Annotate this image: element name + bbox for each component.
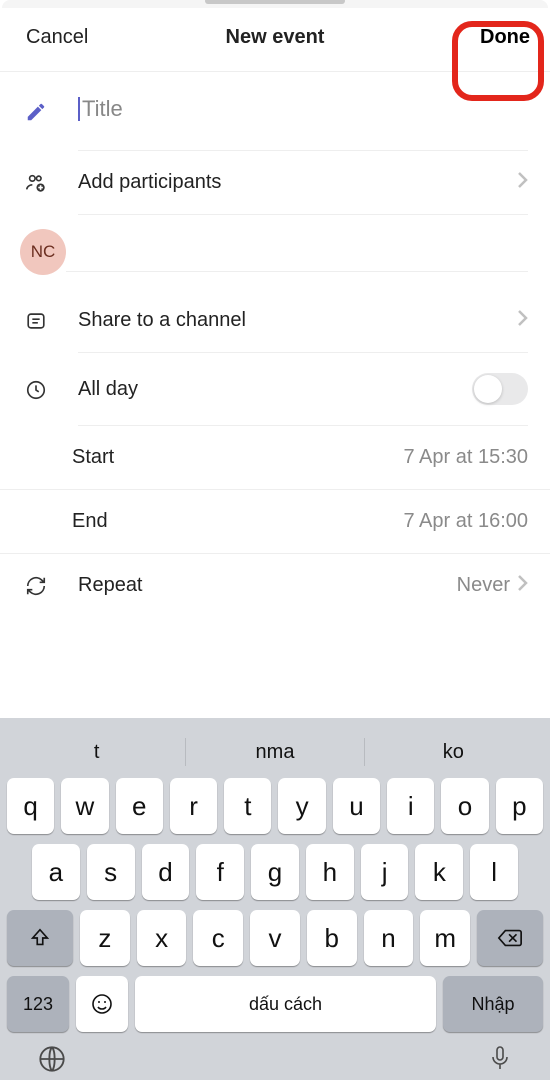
chevron-right-icon (516, 574, 528, 597)
keyboard: t nma ko q w e r t y u i o p a s d f g h… (0, 718, 550, 1080)
key-p[interactable]: p (496, 778, 543, 834)
key-row-3: z x c v b n m (0, 910, 550, 976)
suggestion-bar: t nma ko (0, 726, 550, 778)
add-participants-row[interactable]: Add participants (0, 151, 550, 215)
key-m[interactable]: m (420, 910, 470, 966)
key-e[interactable]: e (116, 778, 163, 834)
key-enter[interactable]: Nhập (443, 976, 543, 1032)
key-f[interactable]: f (196, 844, 244, 900)
people-add-icon (22, 172, 50, 194)
done-button[interactable]: Done (480, 26, 530, 49)
key-j[interactable]: j (361, 844, 409, 900)
chevron-right-icon (516, 309, 528, 332)
suggestion-3[interactable]: ko (365, 741, 542, 764)
key-z[interactable]: z (80, 910, 130, 966)
key-s[interactable]: s (87, 844, 135, 900)
channel-icon (22, 310, 50, 332)
clock-icon (22, 379, 50, 401)
key-k[interactable]: k (415, 844, 463, 900)
key-a[interactable]: a (32, 844, 80, 900)
text-cursor (78, 97, 80, 121)
key-w[interactable]: w (61, 778, 108, 834)
share-channel-row[interactable]: Share to a channel (0, 289, 550, 353)
toggle-knob (474, 375, 502, 403)
all-day-label: All day (78, 378, 472, 401)
key-row-1: q w e r t y u i o p (0, 778, 550, 844)
key-c[interactable]: c (193, 910, 243, 966)
key-u[interactable]: u (333, 778, 380, 834)
key-r[interactable]: r (170, 778, 217, 834)
page-title: New event (226, 26, 325, 49)
mic-icon[interactable] (488, 1045, 512, 1079)
all-day-toggle[interactable] (472, 373, 528, 405)
add-participants-label: Add participants (78, 171, 510, 194)
key-y[interactable]: y (278, 778, 325, 834)
share-channel-label: Share to a channel (78, 309, 510, 332)
participant-avatar-row: NC (0, 215, 550, 289)
repeat-label: Repeat (78, 574, 457, 597)
start-label: Start (72, 446, 114, 469)
key-v[interactable]: v (250, 910, 300, 966)
header: Cancel New event Done (0, 8, 550, 72)
sheet-handle-bar[interactable] (205, 0, 345, 4)
key-l[interactable]: l (470, 844, 518, 900)
key-q[interactable]: q (7, 778, 54, 834)
suggestion-2[interactable]: nma (186, 741, 363, 764)
key-d[interactable]: d (142, 844, 190, 900)
key-shift[interactable] (7, 910, 73, 966)
end-value: 7 Apr at 16:00 (403, 510, 528, 533)
key-t[interactable]: t (224, 778, 271, 834)
key-g[interactable]: g (251, 844, 299, 900)
key-b[interactable]: b (307, 910, 357, 966)
avatar-initials: NC (31, 242, 56, 262)
key-row-2: a s d f g h j k l (0, 844, 550, 910)
key-i[interactable]: i (387, 778, 434, 834)
key-emoji[interactable] (76, 976, 128, 1032)
chevron-right-icon (516, 171, 528, 194)
edit-icon (22, 101, 50, 123)
start-value: 7 Apr at 15:30 (403, 446, 528, 469)
all-day-row: All day (0, 353, 550, 426)
key-row-4: 123 dấu cách Nhập (0, 976, 550, 1042)
end-time-row[interactable]: End 7 Apr at 16:00 (0, 490, 550, 554)
key-o[interactable]: o (441, 778, 488, 834)
start-time-row[interactable]: Start 7 Apr at 15:30 (0, 426, 550, 490)
sheet-handle (2, 0, 548, 8)
end-label: End (72, 510, 108, 533)
title-input[interactable] (82, 96, 528, 122)
key-backspace[interactable] (477, 910, 543, 966)
globe-icon[interactable] (38, 1045, 66, 1079)
title-row[interactable] (0, 72, 550, 151)
key-h[interactable]: h (306, 844, 354, 900)
key-x[interactable]: x (137, 910, 187, 966)
repeat-row[interactable]: Repeat Never (0, 554, 550, 617)
keyboard-bottom-bar (0, 1042, 550, 1080)
cancel-button[interactable]: Cancel (26, 26, 88, 49)
repeat-value: Never (457, 574, 510, 597)
suggestion-1[interactable]: t (8, 741, 185, 764)
key-123[interactable]: 123 (7, 976, 69, 1032)
repeat-icon (22, 575, 50, 597)
key-space[interactable]: dấu cách (135, 976, 436, 1032)
avatar[interactable]: NC (20, 229, 66, 275)
key-n[interactable]: n (364, 910, 414, 966)
